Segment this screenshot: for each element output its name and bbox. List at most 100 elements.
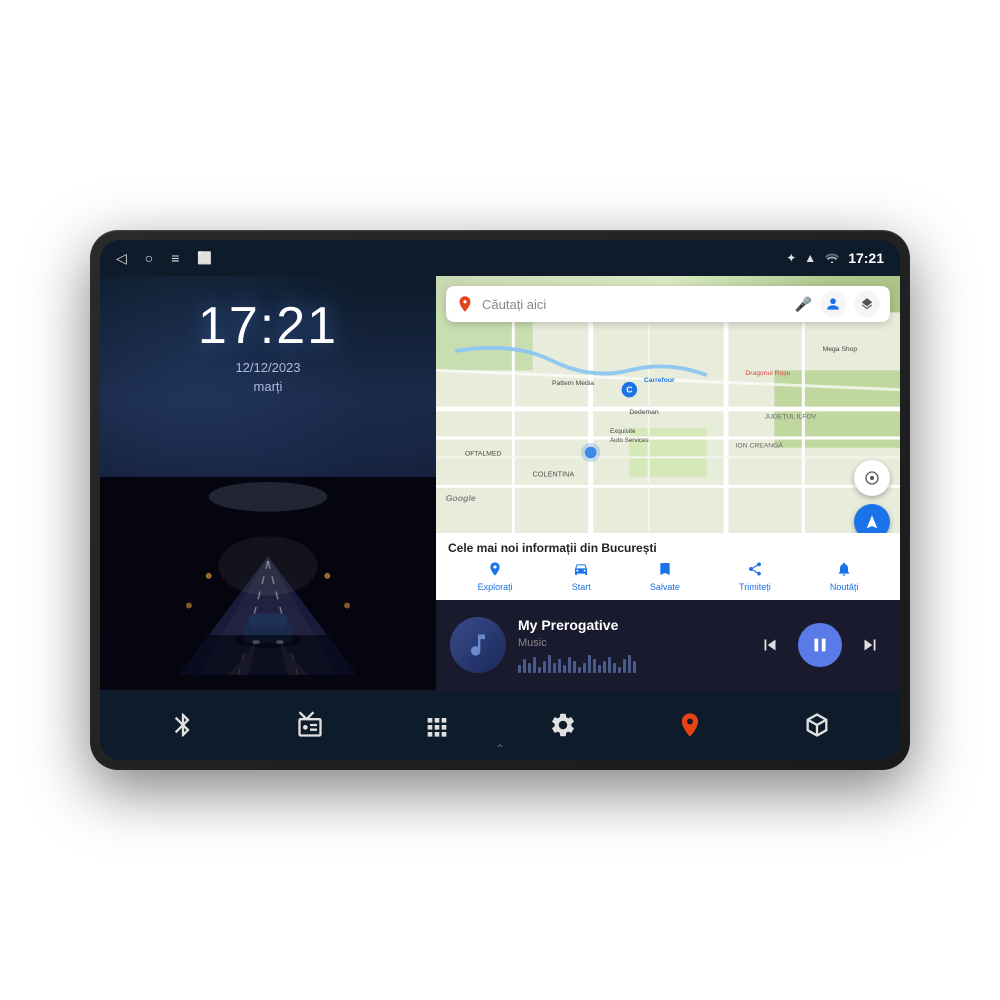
music-artist: Music: [518, 637, 742, 649]
saved-label: Salvate: [650, 582, 680, 592]
waveform-bar: [568, 657, 571, 673]
clock-date: 12/12/2023: [198, 360, 338, 375]
mic-icon[interactable]: 🎤: [795, 296, 812, 313]
wifi-icon: [824, 251, 840, 266]
map-search-actions: 🎤: [795, 291, 880, 317]
svg-text:Carrefour: Carrefour: [644, 377, 675, 384]
music-note-icon: [464, 631, 492, 659]
svg-text:C: C: [626, 385, 633, 395]
svg-text:COLENTINA: COLENTINA: [533, 470, 575, 479]
svg-text:Mega Shop: Mega Shop: [823, 346, 858, 353]
layers-icon[interactable]: [854, 291, 880, 317]
waveform-bar: [533, 657, 536, 673]
map-tab-updates[interactable]: Noutăți: [830, 561, 859, 592]
nav-buttons: ◁ ○ ≡ ⬜: [116, 250, 212, 267]
nav-google-maps[interactable]: [670, 705, 710, 745]
music-title: My Prerogative: [518, 617, 742, 633]
waveform-bar: [563, 665, 566, 673]
saved-icon: [657, 561, 673, 580]
map-search-placeholder: Căutați aici: [482, 297, 787, 312]
music-prev-button[interactable]: [754, 629, 786, 661]
updates-icon: [836, 561, 852, 580]
waveform-bar: [588, 655, 591, 673]
share-icon: [747, 561, 763, 580]
wifi-status-icon: ▲: [804, 251, 816, 265]
waveform-bar: [558, 659, 561, 673]
apps-grid-icon: [417, 705, 457, 745]
clock-section: 17:21 12/12/2023 marți: [198, 276, 338, 394]
svg-text:Pattern Media: Pattern Media: [552, 380, 594, 387]
explore-label: Explorați: [478, 582, 513, 592]
map-search-bar[interactable]: Căutați aici 🎤: [446, 286, 890, 322]
start-label: Start: [572, 582, 591, 592]
nav-back-icon[interactable]: ◁: [116, 250, 127, 267]
right-panel: C Pattern Media Carrefour Dragonul Roșu …: [436, 276, 900, 690]
map-section[interactable]: C Pattern Media Carrefour Dragonul Roșu …: [436, 276, 900, 600]
svg-text:Dedeman: Dedeman: [629, 409, 659, 416]
waveform-bar: [598, 665, 601, 673]
nav-screenshot-icon[interactable]: ⬜: [197, 251, 212, 265]
music-info: My Prerogative Music: [518, 617, 742, 673]
clock-day: marți: [198, 379, 338, 394]
bluetooth-icon: [163, 705, 203, 745]
svg-text:Exquisite: Exquisite: [610, 428, 636, 435]
map-tab-explore[interactable]: Explorați: [478, 561, 513, 592]
car-tunnel-svg: [100, 462, 436, 690]
waveform-bar: [613, 663, 616, 673]
bluetooth-status-icon: ✦: [786, 251, 796, 265]
waveform-bar: [518, 665, 521, 673]
status-bar: ◁ ○ ≡ ⬜ ✦ ▲ 17:21: [100, 240, 900, 276]
waveform-bar: [573, 661, 576, 673]
waveform-bar: [608, 657, 611, 673]
map-nav-tabs: Explorați Start: [448, 561, 888, 596]
map-fab-buttons: [854, 460, 890, 540]
waveform-bar: [623, 659, 626, 673]
music-controls: [754, 623, 886, 667]
waveform-bar: [633, 661, 636, 673]
explore-icon: [487, 561, 503, 580]
status-indicators: ✦ ▲ 17:21: [786, 250, 884, 266]
svg-text:Google: Google: [446, 493, 476, 503]
waveform-bar: [548, 655, 551, 673]
device-screen: ◁ ○ ≡ ⬜ ✦ ▲ 17:21: [100, 240, 900, 760]
music-album-art: [450, 617, 506, 673]
nav-menu-icon[interactable]: ≡: [171, 250, 179, 266]
waveform-bar: [603, 661, 606, 673]
cube-3d-icon: [797, 705, 837, 745]
nav-home-icon[interactable]: ○: [145, 250, 153, 266]
google-maps-icon: [670, 705, 710, 745]
svg-text:Dragonul Roșu: Dragonul Roșu: [745, 370, 790, 377]
map-info-title: Cele mai noi informații din București: [448, 541, 888, 555]
waveform-bar: [523, 659, 526, 673]
map-tab-saved[interactable]: Salvate: [650, 561, 680, 592]
map-tab-share[interactable]: Trimiteți: [739, 561, 771, 592]
bottom-navigation: ⌃: [100, 690, 900, 760]
waveform-bar: [578, 667, 581, 673]
updates-label: Noutăți: [830, 582, 859, 592]
nav-3d-cube[interactable]: [797, 705, 837, 745]
nav-bluetooth[interactable]: [163, 705, 203, 745]
waveform-bar: [593, 659, 596, 673]
music-next-button[interactable]: [854, 629, 886, 661]
music-play-pause-button[interactable]: [798, 623, 842, 667]
nav-radio[interactable]: [290, 705, 330, 745]
waveform-bar: [553, 663, 556, 673]
map-tab-start[interactable]: Start: [572, 561, 591, 592]
clock-time: 17:21: [198, 296, 338, 356]
start-icon: [573, 561, 589, 580]
map-info-bar: Cele mai noi informații din București Ex…: [436, 533, 900, 600]
nav-apps[interactable]: [417, 705, 457, 745]
settings-gear-icon: [543, 705, 583, 745]
svg-text:JUDEȚUL ILFOV: JUDEȚUL ILFOV: [765, 414, 817, 421]
lock-screen-panel: 17:21 12/12/2023 marți: [100, 276, 436, 690]
scroll-up-chevron: ⌃: [495, 742, 505, 756]
music-waveform-bars: [518, 655, 742, 673]
svg-text:Auto Services: Auto Services: [610, 437, 649, 444]
map-layers-fab[interactable]: [854, 460, 890, 496]
google-maps-logo: [456, 295, 474, 313]
svg-text:OFTALMED: OFTALMED: [465, 450, 501, 457]
share-label: Trimiteți: [739, 582, 771, 592]
nav-settings[interactable]: [543, 705, 583, 745]
account-icon[interactable]: [820, 291, 846, 317]
waveform-bar: [538, 667, 541, 673]
